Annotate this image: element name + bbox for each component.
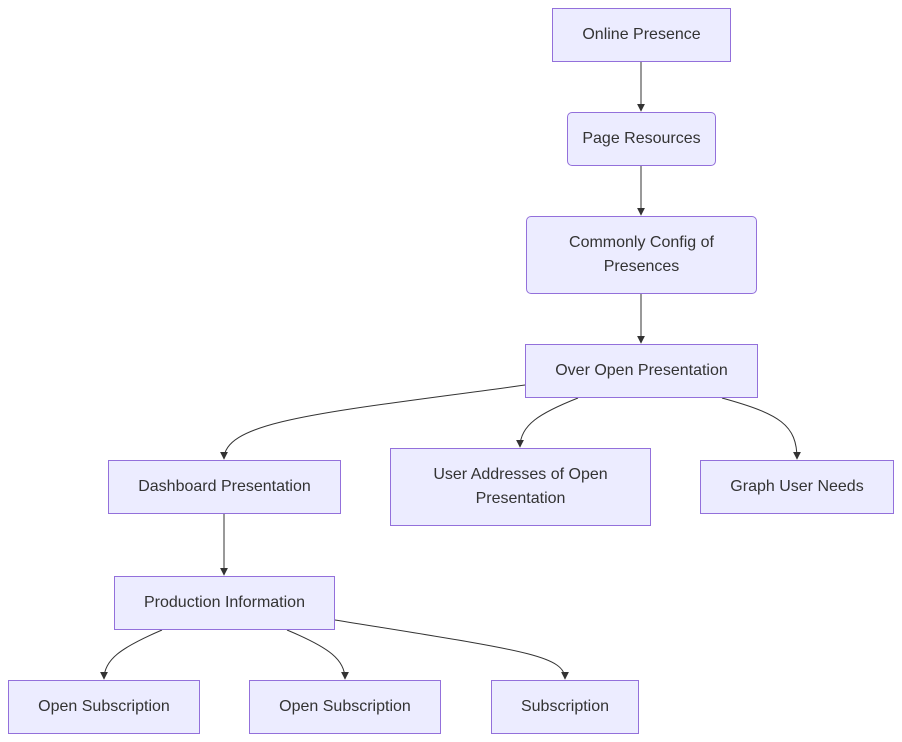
node-label: Online Presence [582,26,701,43]
edge-over-open-to-user-addresses [516,397,579,448]
node-label: Commonly Config of Presences [569,234,714,275]
node-open-subscription-1[interactable]: Open Subscription [8,680,200,734]
edge-production-info-to-open-sub-1 [100,629,163,680]
node-label: Production Information [144,594,305,611]
node-online-presence[interactable]: Online Presence [552,8,731,62]
node-label: User Addresses of Open Presentation [433,466,608,507]
node-label: Over Open Presentation [555,362,728,379]
node-subscription[interactable]: Subscription [491,680,639,734]
node-user-addresses[interactable]: User Addresses of Open Presentation [390,448,651,526]
node-label: Open Subscription [38,698,170,715]
edge-over-open-to-graph-user [721,397,801,460]
node-label: Dashboard Presentation [138,478,311,495]
node-graph-user-needs[interactable]: Graph User Needs [700,460,894,514]
edge-production-info-to-subscription [334,619,569,680]
node-over-open-presentation[interactable]: Over Open Presentation [525,344,758,398]
node-label: Open Subscription [279,698,411,715]
edge-production-info-to-open-sub-2 [286,629,349,680]
node-page-resources[interactable]: Page Resources [567,112,716,166]
edges-layer [100,62,801,680]
node-label: Page Resources [582,130,701,147]
node-commonly-config[interactable]: Commonly Config of Presences [526,216,757,294]
node-label: Subscription [520,698,610,715]
node-production-information[interactable]: Production Information [114,576,335,630]
node-label: Graph User Needs [730,478,864,495]
node-dashboard-presentation[interactable]: Dashboard Presentation [108,460,341,514]
flowchart-canvas: Online Presence Page Resources Commonly … [0,0,902,742]
node-open-subscription-2[interactable]: Open Subscription [249,680,441,734]
